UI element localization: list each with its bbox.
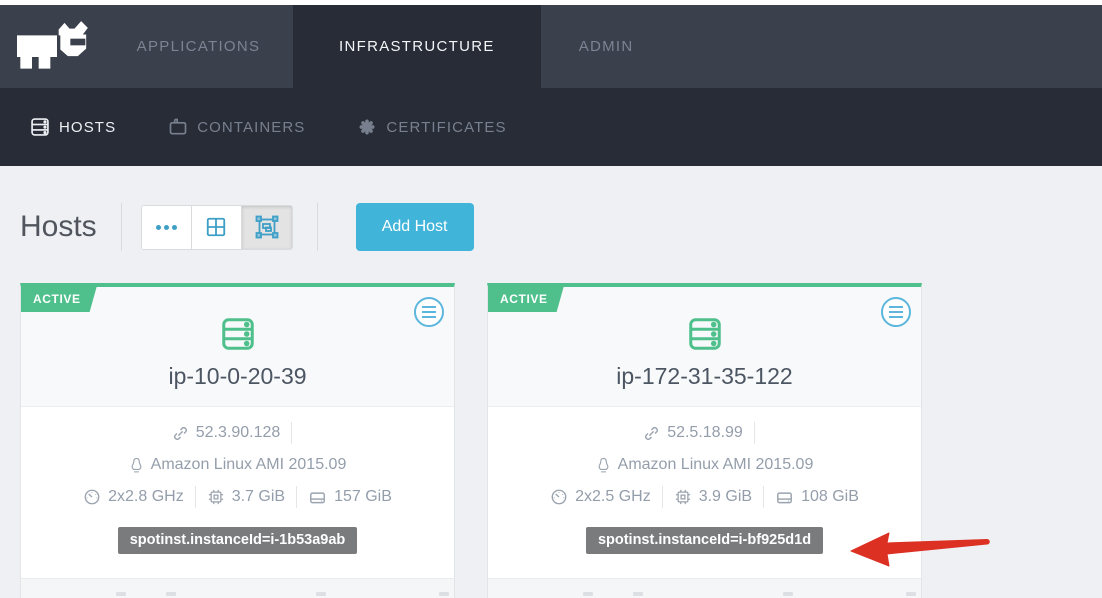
ellipsis-icon bbox=[156, 225, 177, 230]
host-card-footer-cutoff bbox=[21, 578, 454, 598]
nav-item-applications[interactable]: APPLICATIONS bbox=[104, 5, 293, 88]
subnav-hosts-label: HOSTS bbox=[59, 119, 116, 136]
divider bbox=[754, 422, 755, 444]
linux-penguin-icon bbox=[596, 457, 611, 474]
view-mode-list-button[interactable] bbox=[142, 206, 192, 249]
divider bbox=[296, 486, 297, 508]
divider bbox=[195, 486, 196, 508]
host-name[interactable]: ip-172-31-35-122 bbox=[488, 363, 921, 390]
host-ip: 52.5.18.99 bbox=[667, 424, 743, 442]
host-card-1[interactable]: ACTIVE ip-10-0-20-39 bbox=[20, 283, 455, 598]
status-badge: ACTIVE bbox=[21, 287, 97, 312]
host-ip-row: 52.3.90.128 bbox=[21, 417, 454, 449]
hamburger-icon bbox=[422, 306, 436, 308]
host-card-footer-cutoff bbox=[488, 578, 921, 598]
host-server-icon bbox=[219, 315, 257, 358]
host-memory: 3.9 GiB bbox=[699, 488, 752, 506]
server-icon bbox=[30, 117, 50, 137]
hamburger-icon bbox=[889, 306, 903, 308]
host-ip: 52.3.90.128 bbox=[196, 424, 281, 442]
hosts-toolbar: Hosts bbox=[20, 166, 1082, 251]
view-mode-grid-button[interactable] bbox=[192, 206, 242, 249]
grid-icon bbox=[205, 216, 227, 238]
subnav-item-hosts[interactable]: HOSTS bbox=[30, 117, 116, 137]
add-host-button[interactable]: Add Host bbox=[356, 203, 474, 251]
status-badge: ACTIVE bbox=[488, 287, 564, 312]
main-content: Hosts bbox=[0, 166, 1102, 598]
machine-icon bbox=[255, 215, 279, 239]
host-specs-row: 2x2.8 GHz 3.7 GiB bbox=[21, 481, 454, 513]
divider bbox=[763, 486, 764, 508]
host-os-row: Amazon Linux AMI 2015.09 bbox=[488, 449, 921, 481]
host-os-row: Amazon Linux AMI 2015.09 bbox=[21, 449, 454, 481]
subnav-item-containers[interactable]: CONTAINERS bbox=[168, 117, 305, 137]
link-icon bbox=[643, 425, 660, 442]
disk-icon bbox=[775, 488, 794, 507]
subnav-containers-label: CONTAINERS bbox=[197, 119, 305, 136]
toolbar-divider bbox=[317, 203, 318, 251]
nav-item-infrastructure[interactable]: INFRASTRUCTURE bbox=[293, 5, 541, 88]
view-mode-toggle bbox=[141, 205, 293, 250]
spotinst-instance-tag: spotinst.instanceId=i-1b53a9ab bbox=[118, 527, 358, 554]
subnav-certificates-label: CERTIFICATES bbox=[386, 119, 506, 136]
host-card-details: 52.5.18.99 Amazon Linux AMI 2015.09 bbox=[488, 407, 921, 578]
subnav-item-certificates[interactable]: CERTIFICATES bbox=[357, 117, 506, 137]
gauge-icon bbox=[550, 488, 568, 506]
divider bbox=[662, 486, 663, 508]
memory-chip-icon bbox=[674, 488, 692, 506]
host-menu-button[interactable] bbox=[414, 297, 444, 327]
memory-chip-icon bbox=[207, 488, 225, 506]
gauge-icon bbox=[83, 488, 101, 506]
top-nav: APPLICATIONS INFRASTRUCTURE ADMIN bbox=[0, 5, 1102, 88]
host-name[interactable]: ip-10-0-20-39 bbox=[21, 363, 454, 390]
host-cpu: 2x2.5 GHz bbox=[575, 488, 651, 506]
link-icon bbox=[172, 425, 189, 442]
host-specs-row: 2x2.5 GHz 3.9 GiB bbox=[488, 481, 921, 513]
host-card-2[interactable]: ACTIVE ip-172-31-35-122 bbox=[487, 283, 922, 598]
host-menu-button[interactable] bbox=[881, 297, 911, 327]
host-os: Amazon Linux AMI 2015.09 bbox=[151, 456, 347, 474]
toolbar-divider bbox=[121, 203, 122, 251]
linux-penguin-icon bbox=[129, 457, 144, 474]
spotinst-instance-tag: spotinst.instanceId=i-bf925d1d bbox=[586, 527, 823, 554]
host-disk: 157 GiB bbox=[334, 488, 392, 506]
page-title: Hosts bbox=[20, 210, 97, 244]
host-cpu: 2x2.8 GHz bbox=[108, 488, 184, 506]
host-os: Amazon Linux AMI 2015.09 bbox=[618, 456, 814, 474]
seal-icon bbox=[357, 117, 377, 137]
host-ip-row: 52.5.18.99 bbox=[488, 417, 921, 449]
nav-item-admin[interactable]: ADMIN bbox=[541, 5, 672, 88]
host-cards-row: ACTIVE ip-10-0-20-39 bbox=[20, 283, 1082, 598]
view-mode-machine-button[interactable] bbox=[242, 206, 292, 249]
cow-logo-icon bbox=[12, 20, 92, 74]
infrastructure-subnav: HOSTS CONTAINERS CERTIFICATES bbox=[0, 88, 1102, 166]
host-card-details: 52.3.90.128 Amazon Linux AMI 2015.09 bbox=[21, 407, 454, 578]
box-icon bbox=[168, 117, 188, 137]
disk-icon bbox=[308, 488, 327, 507]
rancher-logo[interactable] bbox=[0, 5, 104, 88]
divider bbox=[291, 422, 292, 444]
host-memory: 3.7 GiB bbox=[232, 488, 285, 506]
host-server-icon bbox=[686, 315, 724, 358]
host-disk: 108 GiB bbox=[801, 488, 859, 506]
